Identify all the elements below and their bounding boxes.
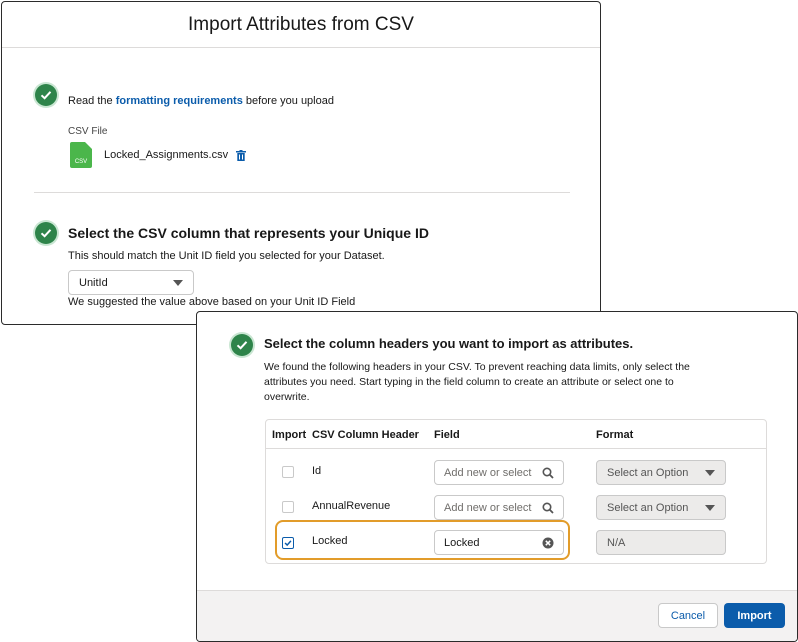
search-icon [542, 502, 554, 514]
field-placeholder: Add new or select [444, 466, 532, 479]
field-placeholder: Add new or select [444, 501, 532, 514]
format-value-box: N/A [596, 530, 726, 555]
column-header-format: Format [596, 429, 634, 441]
instruction-suffix: before you upload [242, 95, 334, 107]
csv-file-name: Locked_Assignments.csv [104, 149, 229, 161]
unique-id-select-value: UnitId [79, 276, 108, 289]
format-select[interactable]: Select an Option [596, 495, 726, 520]
modal-title: Import Attributes from CSV [2, 2, 600, 48]
column-header-csv: CSV Column Header [312, 429, 419, 441]
step-complete-icon [35, 222, 57, 244]
column-header-field: Field [434, 429, 460, 441]
modal-footer: Cancel Import [197, 590, 797, 641]
column-header-import: Import [272, 429, 307, 441]
unique-id-hint: We suggested the value above based on yo… [68, 296, 356, 308]
delete-file-icon[interactable] [236, 150, 246, 161]
format-value: Select an Option [607, 501, 689, 514]
instruction-prefix: Read the [68, 95, 116, 107]
csv-file-icon-text: CSV [74, 159, 88, 165]
format-value: Select an Option [607, 466, 689, 479]
format-value: N/A [607, 536, 626, 549]
chevron-down-icon [705, 504, 715, 511]
import-checkbox[interactable] [282, 501, 294, 513]
attributes-description-line2: attributes you need. Start typing in the… [264, 376, 674, 388]
unique-id-heading: Select the CSV column that represents yo… [68, 225, 429, 241]
import-checkbox[interactable] [282, 466, 294, 478]
attributes-description-line1: We found the following headers in your C… [264, 361, 690, 373]
csv-file-label: CSV File [68, 126, 108, 137]
highlight-callout [275, 520, 570, 560]
import-button[interactable]: Import [724, 603, 785, 628]
field-combobox[interactable]: Add new or select [434, 495, 564, 520]
section-divider [34, 192, 570, 193]
formatting-instruction: Read the formatting requirements before … [68, 95, 334, 107]
format-select[interactable]: Select an Option [596, 460, 726, 485]
chevron-down-icon [173, 279, 183, 286]
cancel-button[interactable]: Cancel [658, 603, 718, 628]
chevron-down-icon [705, 469, 715, 476]
attributes-selection-modal: Select the column headers you want to im… [196, 311, 798, 642]
attributes-heading: Select the column headers you want to im… [264, 336, 634, 351]
step-complete-icon [231, 334, 253, 356]
csv-column-header: AnnualRevenue [312, 500, 391, 512]
import-attributes-modal: Import Attributes from CSV Read the form… [1, 1, 601, 325]
formatting-requirements-link[interactable]: formatting requirements [116, 95, 243, 107]
unique-id-description: This should match the Unit ID field you … [68, 250, 385, 262]
step-complete-icon [35, 84, 57, 106]
search-icon [542, 467, 554, 479]
field-combobox[interactable]: Add new or select [434, 460, 564, 485]
unique-id-select[interactable]: UnitId [68, 270, 194, 295]
csv-column-header: Id [312, 465, 322, 477]
csv-file-icon: CSV [70, 142, 92, 168]
attributes-description-line3: overwrite. [264, 391, 310, 403]
header-divider [266, 448, 766, 449]
